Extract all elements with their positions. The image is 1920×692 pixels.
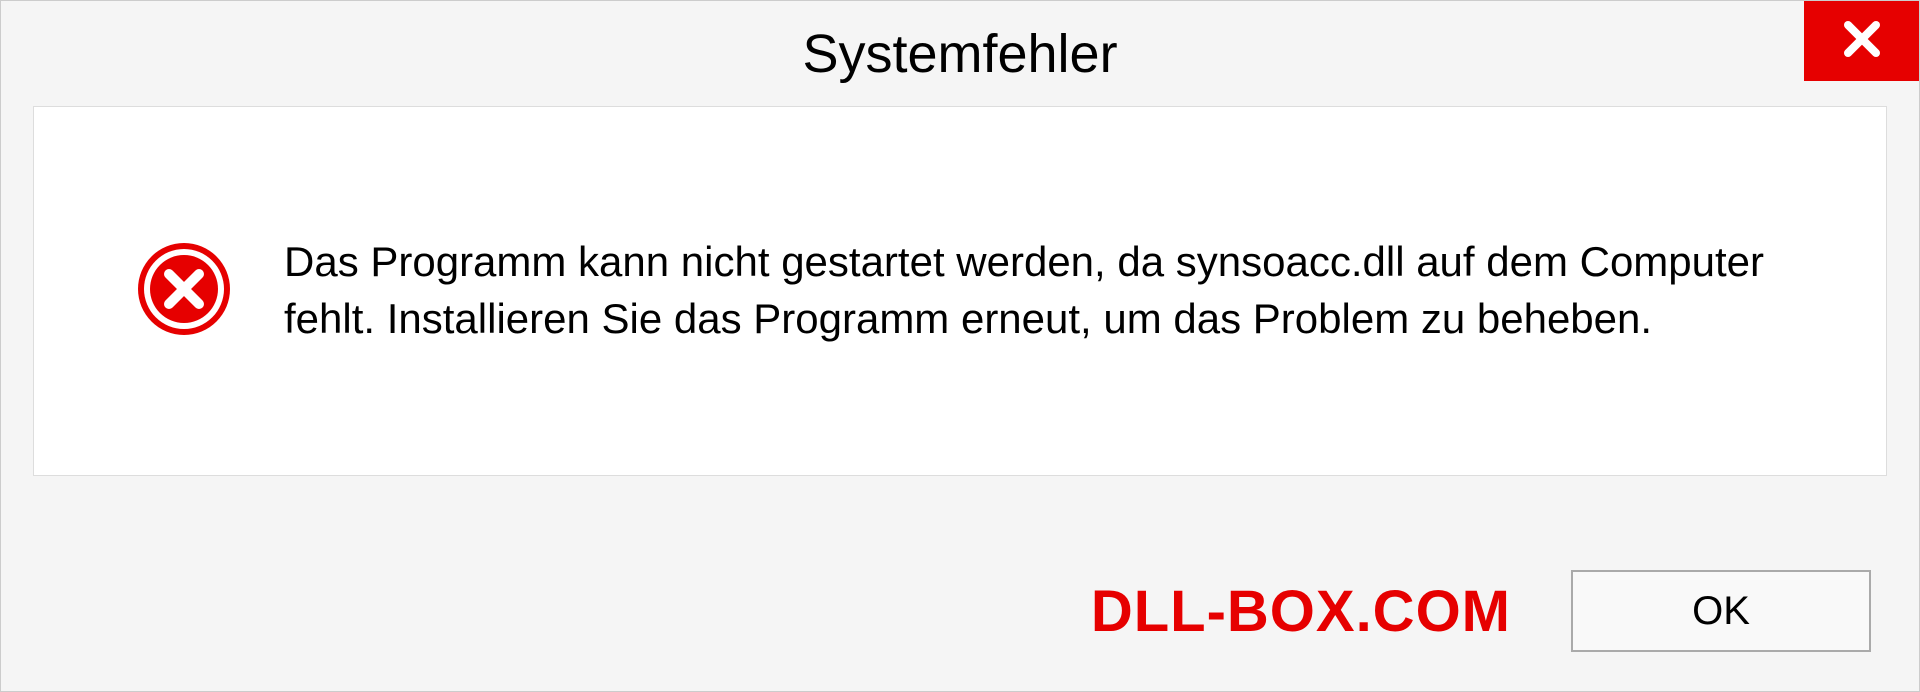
dialog-title: Systemfehler xyxy=(802,23,1117,85)
titlebar: Systemfehler xyxy=(1,1,1919,106)
error-icon xyxy=(134,239,234,344)
ok-button[interactable]: OK xyxy=(1571,570,1871,652)
watermark-text: DLL-BOX.COM xyxy=(1091,578,1511,645)
close-button[interactable] xyxy=(1804,1,1919,81)
ok-button-label: OK xyxy=(1692,589,1750,634)
content-panel: Das Programm kann nicht gestartet werden… xyxy=(33,106,1887,476)
dialog-footer: DLL-BOX.COM OK xyxy=(1,561,1919,661)
close-icon xyxy=(1838,15,1886,68)
error-message: Das Programm kann nicht gestartet werden… xyxy=(284,234,1846,347)
